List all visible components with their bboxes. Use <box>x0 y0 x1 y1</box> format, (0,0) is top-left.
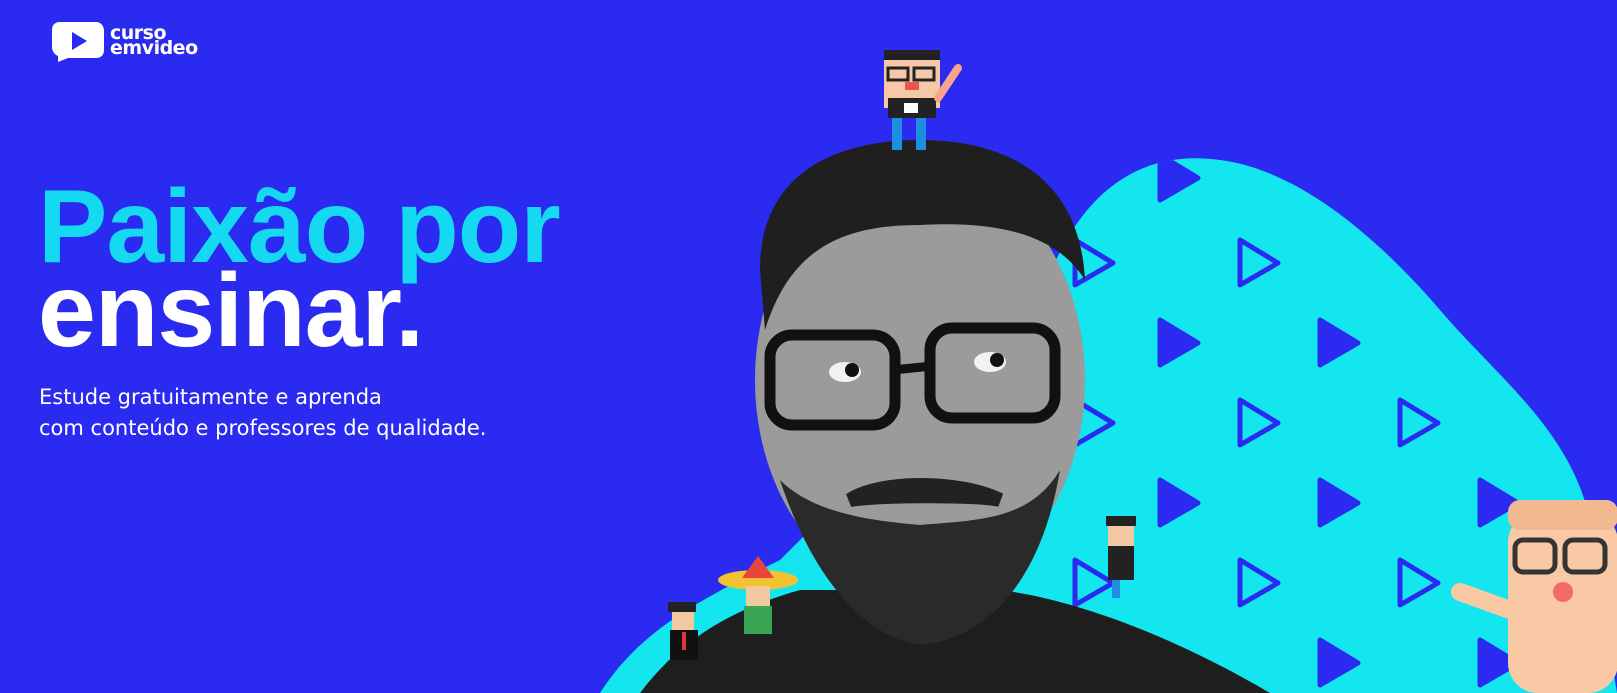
logo-wordmark: curso emvideo <box>110 24 198 59</box>
hero-title: Paixão por ensinar. <box>38 175 561 363</box>
logo-text-line2: emvideo <box>110 37 198 59</box>
play-badge-icon <box>52 22 104 62</box>
hero-subtitle: Estude gratuitamente e aprenda com conte… <box>39 382 486 444</box>
hero-subtitle-line2: com conteúdo e professores de qualidade. <box>39 416 487 440</box>
mascot-pixel-character-top <box>884 50 962 150</box>
hero-subtitle-line1: Estude gratuitamente e aprenda <box>39 385 382 409</box>
curso-em-video-logo[interactable]: curso emvideo <box>52 20 198 62</box>
mascot-pixel-character-suit <box>668 602 698 660</box>
